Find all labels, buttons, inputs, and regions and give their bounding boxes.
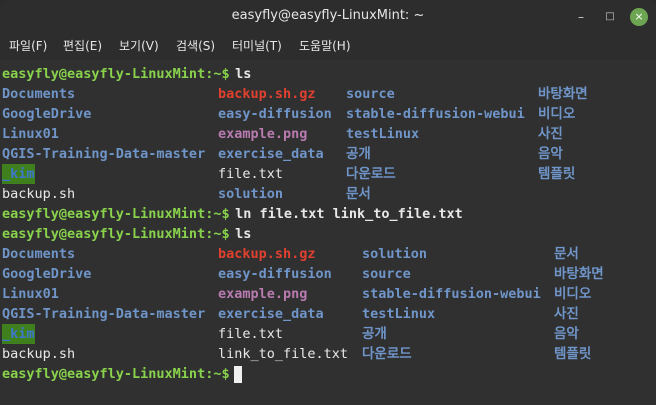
command: ls bbox=[227, 226, 252, 242]
maximize-icon[interactable]: □ bbox=[601, 8, 619, 26]
ls-entry: testLinux bbox=[362, 306, 436, 322]
menu-bar: 파일(F) 편집(E) 보기(V) 검색(S) 터미널(T) 도움말(H) bbox=[0, 32, 656, 60]
ls-entry: 템플릿 bbox=[538, 166, 576, 182]
terminal-line: easyfly@easyfly-LinuxMint:~$ ln file.txt… bbox=[0, 204, 656, 224]
text-cursor bbox=[234, 366, 242, 383]
ls-entry: exercise_data bbox=[218, 146, 324, 162]
ls-entry: 음악 bbox=[538, 146, 563, 162]
ls-entry: file.txt bbox=[218, 166, 284, 182]
ls-row: Documents backup.sh.gz solution 문서 bbox=[0, 244, 656, 264]
ls-entry: 공개 bbox=[362, 326, 387, 342]
ls-entry: example.png bbox=[218, 126, 308, 142]
ls-entry: Linux01 bbox=[2, 126, 59, 142]
ls-entry: easy-diffusion bbox=[218, 106, 332, 122]
terminal-line: easyfly@easyfly-LinuxMint:~$ ls bbox=[0, 64, 656, 84]
ls-row: QGIS-Training-Data-master exercise_data … bbox=[0, 304, 656, 324]
ls-entry: stable-diffusion-webui bbox=[362, 286, 541, 302]
ls-entry: file.txt bbox=[218, 326, 284, 342]
ls-entry-highlighted: _kim bbox=[2, 164, 35, 184]
ls-entry: QGIS-Training-Data-master bbox=[2, 306, 206, 322]
ls-entry: GoogleDrive bbox=[2, 266, 92, 282]
ls-row: GoogleDrive easy-diffusion stable-diffus… bbox=[0, 104, 656, 124]
ls-entry: 바탕화면 bbox=[554, 266, 604, 282]
ls-row: GoogleDrive easy-diffusion source 바탕화면 bbox=[0, 264, 656, 284]
window-title: easyfly@easyfly-LinuxMint: ~ bbox=[231, 8, 425, 23]
ls-row: Documents backup.sh.gz source 바탕화면 bbox=[0, 84, 656, 104]
ls-entry: solution bbox=[362, 246, 428, 262]
ls-row: _kim file.txt 다운로드 템플릿 bbox=[0, 164, 656, 184]
ls-entry: Documents bbox=[2, 246, 76, 262]
prompt: easyfly@easyfly-LinuxMint:~$ bbox=[2, 206, 230, 222]
ls-entry: 템플릿 bbox=[554, 346, 592, 362]
terminal-line: easyfly@easyfly-LinuxMint:~$ bbox=[0, 364, 656, 384]
terminal-output[interactable]: easyfly@easyfly-LinuxMint:~$ ls Document… bbox=[0, 60, 656, 405]
ls-entry: 사진 bbox=[538, 126, 563, 142]
ls-entry: source bbox=[346, 86, 395, 102]
prompt: easyfly@easyfly-LinuxMint:~$ bbox=[2, 366, 230, 382]
ls-entry: backup.sh.gz bbox=[218, 246, 316, 262]
ls-entry: 사진 bbox=[554, 306, 579, 322]
ls-entry: testLinux bbox=[346, 126, 420, 142]
menu-terminal[interactable]: 터미널(T) bbox=[232, 32, 282, 60]
command: ls bbox=[227, 66, 252, 82]
ls-entry: 문서 bbox=[554, 246, 579, 262]
ls-entry: easy-diffusion bbox=[218, 266, 332, 282]
menu-view[interactable]: 보기(V) bbox=[119, 32, 159, 60]
ls-entry: QGIS-Training-Data-master bbox=[2, 146, 206, 162]
ls-row: backup.sh solution 문서 bbox=[0, 184, 656, 204]
menu-edit[interactable]: 편집(E) bbox=[63, 32, 102, 60]
prompt: easyfly@easyfly-LinuxMint:~$ bbox=[2, 66, 230, 82]
menu-help[interactable]: 도움말(H) bbox=[299, 32, 351, 60]
ls-entry: GoogleDrive bbox=[2, 106, 92, 122]
ls-entry: Documents bbox=[2, 86, 76, 102]
ls-row: QGIS-Training-Data-master exercise_data … bbox=[0, 144, 656, 164]
ls-entry: backup.sh bbox=[2, 186, 76, 202]
title-bar[interactable]: easyfly@easyfly-LinuxMint: ~ – □ × bbox=[0, 0, 656, 32]
ls-row: backup.sh link_to_file.txt 다운로드 템플릿 bbox=[0, 344, 656, 364]
ls-entry: 비디오 bbox=[538, 106, 576, 122]
prompt: easyfly@easyfly-LinuxMint:~$ bbox=[2, 226, 230, 242]
ls-row: Linux01 example.png testLinux 사진 bbox=[0, 124, 656, 144]
ls-entry: 바탕화면 bbox=[538, 86, 588, 102]
minimize-icon[interactable]: – bbox=[572, 8, 590, 26]
ls-entry: 다운로드 bbox=[346, 166, 396, 182]
ls-entry: 문서 bbox=[346, 186, 371, 202]
ls-entry: link_to_file.txt bbox=[218, 346, 349, 362]
ls-row: _kim file.txt 공개 음악 bbox=[0, 324, 656, 344]
menu-file[interactable]: 파일(F) bbox=[9, 32, 47, 60]
close-icon[interactable]: × bbox=[630, 8, 648, 26]
ls-entry: source bbox=[362, 266, 411, 282]
ls-entry: solution bbox=[218, 186, 284, 202]
ls-entry: example.png bbox=[218, 286, 308, 302]
ls-row: Linux01 example.png stable-diffusion-web… bbox=[0, 284, 656, 304]
menu-search[interactable]: 검색(S) bbox=[176, 32, 215, 60]
ls-entry: 공개 bbox=[346, 146, 371, 162]
ls-entry: 음악 bbox=[554, 326, 579, 342]
ls-entry: Linux01 bbox=[2, 286, 59, 302]
terminal-window: easyfly@easyfly-LinuxMint: ~ – □ × 파일(F)… bbox=[0, 0, 656, 405]
ls-entry-highlighted: _kim bbox=[2, 324, 35, 344]
ls-entry: 다운로드 bbox=[362, 346, 412, 362]
ls-entry: 비디오 bbox=[554, 286, 592, 302]
ls-entry: backup.sh.gz bbox=[218, 86, 316, 102]
ls-entry: stable-diffusion-webui bbox=[346, 106, 525, 122]
ls-entry: exercise_data bbox=[218, 306, 324, 322]
ls-entry: backup.sh bbox=[2, 346, 76, 362]
terminal-line: easyfly@easyfly-LinuxMint:~$ ls bbox=[0, 224, 656, 244]
command: ln file.txt link_to_file.txt bbox=[227, 206, 463, 222]
